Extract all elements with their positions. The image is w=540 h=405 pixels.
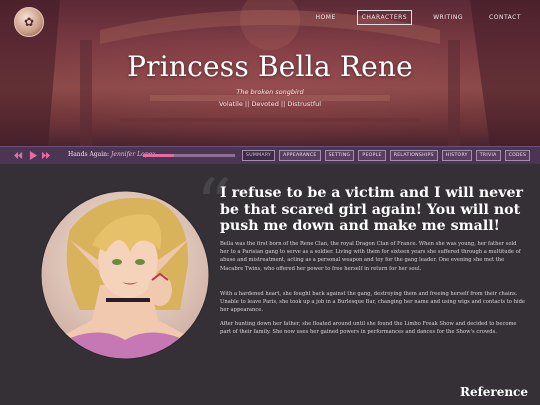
portrait-illustration bbox=[40, 190, 210, 360]
character-traits: Volatile || Devoted || Distrustful bbox=[218, 100, 322, 108]
song-progress-fill bbox=[143, 154, 175, 157]
bio-paragraph-3: After hunting down her father, she float… bbox=[220, 321, 517, 336]
song-title: Hands Again: bbox=[68, 151, 110, 158]
reference-link[interactable]: Reference bbox=[460, 385, 528, 399]
tab-codes[interactable]: CODES bbox=[504, 150, 531, 161]
rose-emblem-icon: ✿ bbox=[23, 15, 35, 29]
site-logo[interactable]: ✿ bbox=[14, 7, 44, 37]
main-nav: HOME CHARACTERS WRITING CONTACT bbox=[295, 10, 526, 25]
section-tabs: SUMMARY APPEARANCE SETTING PEOPLE RELATI… bbox=[242, 150, 534, 161]
tab-relationships[interactable]: RELATIONSHIPS bbox=[389, 150, 438, 161]
tab-trivia[interactable]: TRIVIA bbox=[475, 150, 501, 161]
play-icon[interactable] bbox=[29, 151, 38, 160]
nav-home[interactable]: HOME bbox=[311, 10, 341, 25]
tab-summary[interactable]: SUMMARY bbox=[242, 150, 276, 161]
tab-history[interactable]: HISTORY bbox=[441, 150, 472, 161]
page-title: Princess Bella Rene bbox=[127, 50, 413, 83]
bio-paragraph-2: With a hardened heart, she fought back a… bbox=[220, 291, 525, 314]
player-tab-bar: Hands Again: Jennifer Lopez SUMMARY APPE… bbox=[0, 146, 540, 164]
character-portrait bbox=[40, 190, 210, 360]
bio-paragraph-1: Bella was the first born of the Rene Cla… bbox=[220, 241, 521, 272]
tab-people[interactable]: PEOPLE bbox=[358, 150, 386, 161]
hero-banner: ✿ HOME CHARACTERS WRITING CONTACT Prince… bbox=[0, 0, 540, 146]
next-icon[interactable] bbox=[42, 151, 51, 160]
tab-appearance[interactable]: APPEARANCE bbox=[279, 150, 321, 161]
nav-contact[interactable]: CONTACT bbox=[484, 10, 526, 25]
song-progress-bar[interactable] bbox=[143, 154, 235, 157]
page-subtitle: The broken songbird bbox=[236, 88, 304, 96]
character-quote: I refuse to be a victim and I will never… bbox=[220, 185, 523, 234]
tab-setting[interactable]: SETTING bbox=[324, 150, 355, 161]
nav-characters[interactable]: CHARACTERS bbox=[356, 10, 413, 25]
previous-icon[interactable] bbox=[14, 151, 23, 160]
nav-writing[interactable]: WRITING bbox=[428, 10, 468, 25]
